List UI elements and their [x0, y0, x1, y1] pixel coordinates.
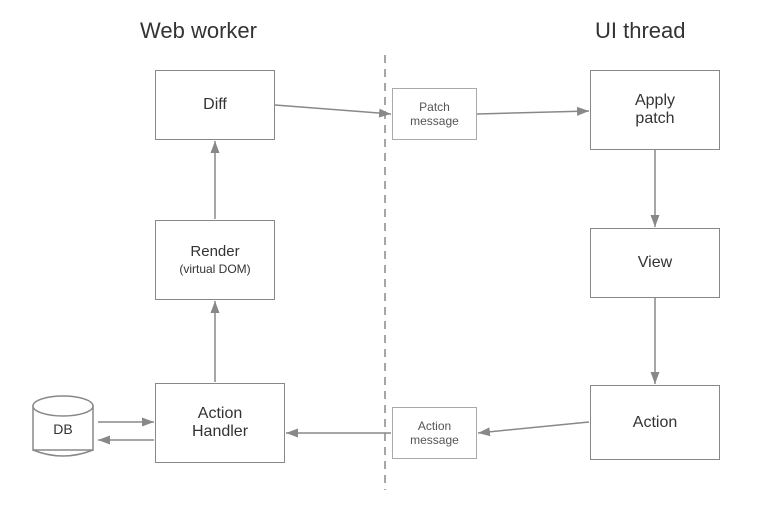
- action-message-box: Actionmessage: [392, 407, 477, 459]
- action-box: Action: [590, 385, 720, 460]
- patch-message-box: Patchmessage: [392, 88, 477, 140]
- action-handler-box: ActionHandler: [155, 383, 285, 463]
- ui-thread-title: UI thread: [595, 18, 686, 44]
- db-shape: [28, 390, 98, 460]
- apply-patch-box: Applypatch: [590, 70, 720, 150]
- view-box: View: [590, 228, 720, 298]
- render-box: Render(virtual DOM): [155, 220, 275, 300]
- diff-box: Diff: [155, 70, 275, 140]
- diagram: Web worker UI thread Diff Render(virtual…: [0, 0, 772, 527]
- web-worker-title: Web worker: [140, 18, 257, 44]
